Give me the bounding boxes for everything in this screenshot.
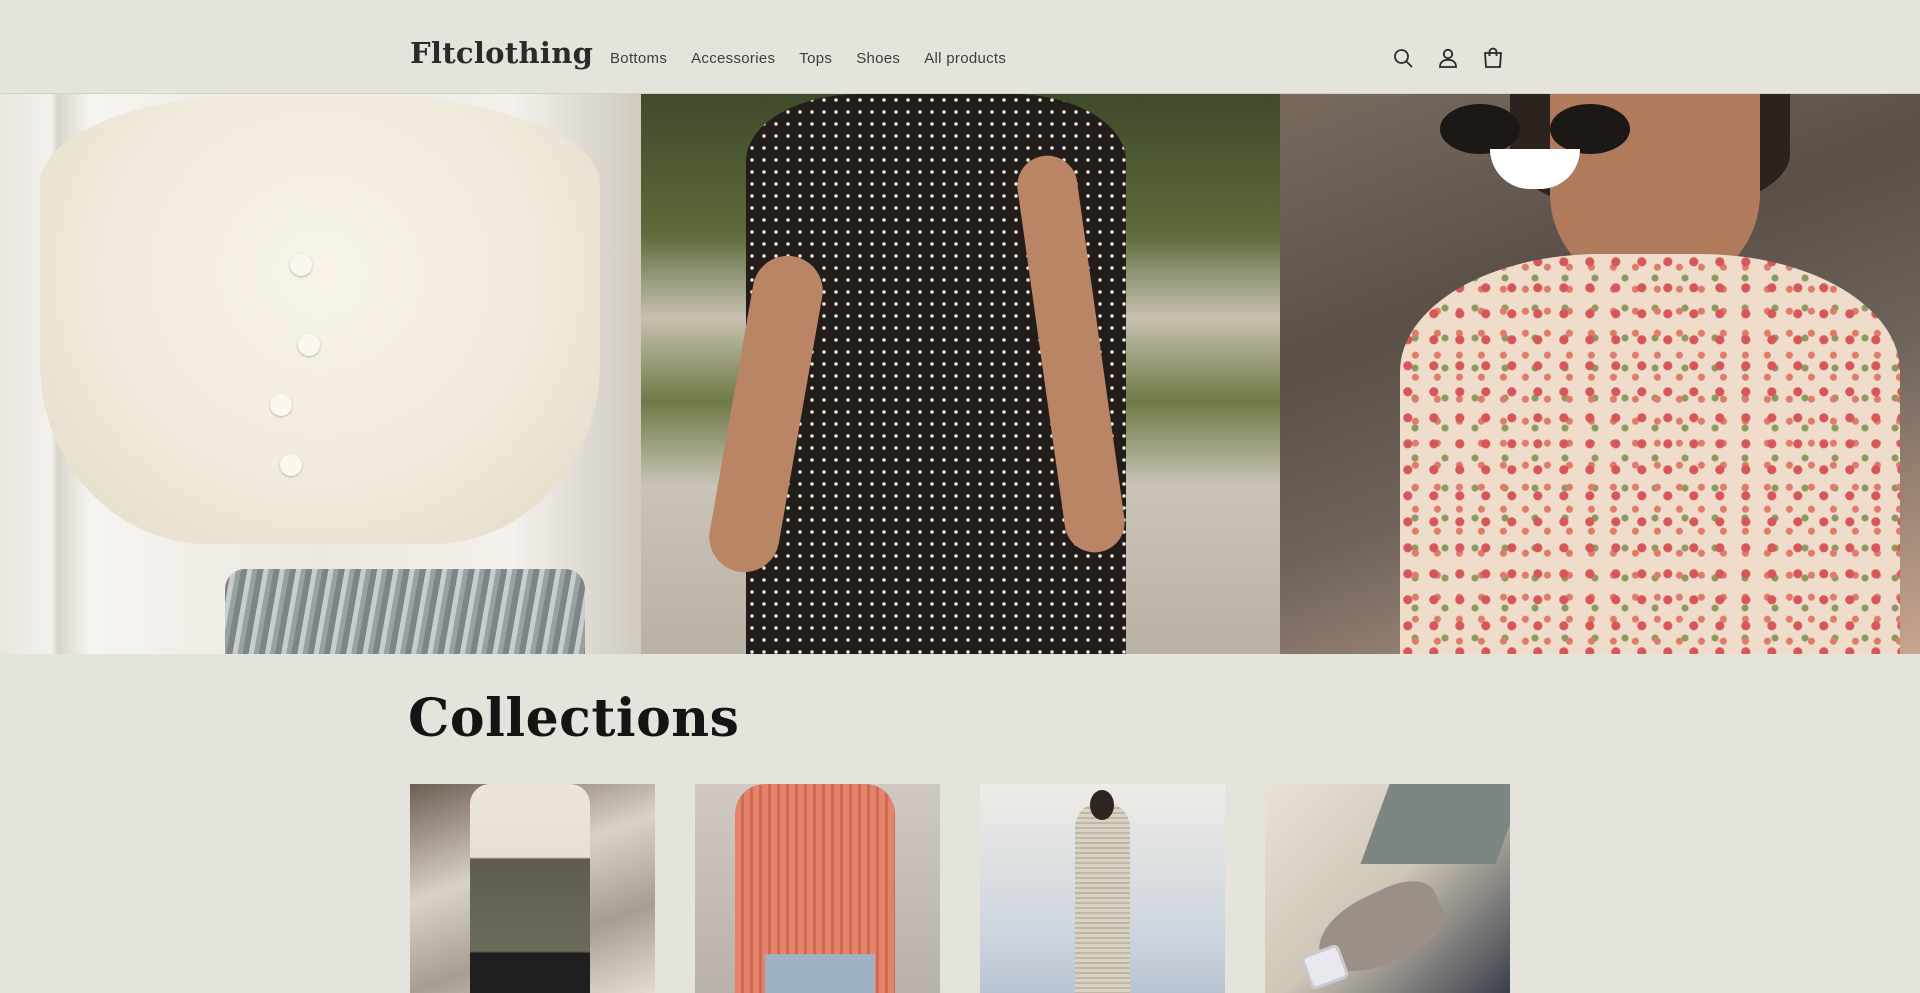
collection-card-dresses[interactable] [980,784,1225,993]
nav-link-all-products[interactable]: All products [924,50,1006,67]
account-icon [1439,48,1457,68]
store-logo[interactable]: Fltclothing [410,36,593,70]
site-header: Fltclothing Bottoms Accessories Tops Sho… [0,0,1920,94]
hero-image-polka-dress [641,94,1280,654]
header-icons [1390,45,1506,71]
search-icon [1394,49,1413,68]
account-button[interactable] [1435,45,1461,71]
hero-image-floral-blouse [1280,94,1920,654]
collection-card-bottoms[interactable] [410,784,655,993]
nav-link-tops[interactable]: Tops [799,50,832,67]
collection-card-tops[interactable] [695,784,940,993]
nav-link-bottoms[interactable]: Bottoms [610,50,667,67]
hero-banner [0,94,1920,654]
hero-image-cardigan [0,94,641,654]
nav-link-shoes[interactable]: Shoes [856,50,900,67]
nav-link-accessories[interactable]: Accessories [691,50,775,67]
collections-heading: Collections [408,688,740,749]
cart-icon [1484,47,1502,68]
collection-card-shoes[interactable] [1265,784,1510,993]
collections-grid [410,784,1510,993]
cart-button[interactable] [1480,45,1506,71]
main-nav: Bottoms Accessories Tops Shoes All produ… [610,50,1030,67]
search-button[interactable] [1390,45,1416,71]
